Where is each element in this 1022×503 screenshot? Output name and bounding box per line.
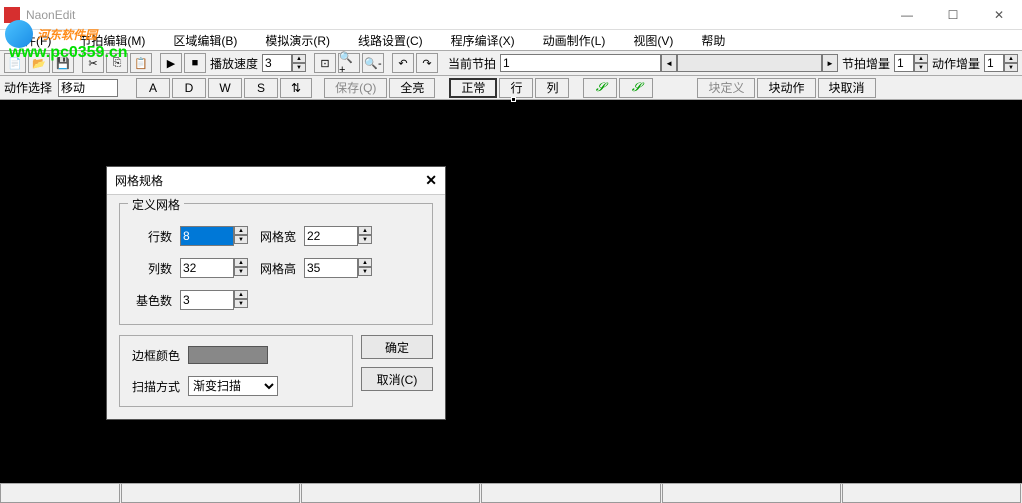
dialog-title: 网格规格 bbox=[115, 172, 163, 189]
scan-mode-select[interactable]: 渐变扫描 bbox=[188, 376, 278, 396]
minimize-button[interactable]: — bbox=[884, 0, 930, 30]
menu-help[interactable]: 帮助 bbox=[701, 32, 725, 49]
redo-icon[interactable]: ↷ bbox=[416, 53, 438, 73]
appearance-fieldset: 边框颜色 扫描方式 渐变扫描 bbox=[119, 335, 353, 407]
btn-d[interactable]: D bbox=[172, 78, 206, 98]
btn-s[interactable]: S bbox=[244, 78, 278, 98]
ok-button[interactable]: 确定 bbox=[361, 335, 433, 359]
status-cell bbox=[0, 484, 120, 503]
zoom-fit-icon[interactable]: ⊡ bbox=[314, 53, 336, 73]
undo-icon[interactable]: ↶ bbox=[392, 53, 414, 73]
fieldset-legend: 定义网格 bbox=[128, 196, 184, 213]
cols-label: 列数 bbox=[132, 260, 172, 277]
menu-compile[interactable]: 程序编译(X) bbox=[451, 32, 515, 49]
cancel-button[interactable]: 取消(C) bbox=[361, 367, 433, 391]
close-button[interactable]: ✕ bbox=[976, 0, 1022, 30]
zoom-out-icon[interactable]: 🔍- bbox=[362, 53, 384, 73]
grid-w-label: 网格宽 bbox=[256, 228, 296, 245]
btn-w[interactable]: W bbox=[208, 78, 242, 98]
play-speed-input[interactable] bbox=[262, 54, 292, 72]
cut-icon[interactable]: ✂ bbox=[82, 53, 104, 73]
play-speed-spinner[interactable]: ▲▼ bbox=[262, 54, 306, 72]
stop-icon[interactable]: ■ bbox=[184, 53, 206, 73]
titlebar: NaonEdit — ☐ ✕ bbox=[0, 0, 1022, 30]
play-speed-label: 播放速度 bbox=[210, 55, 258, 72]
normal-button[interactable]: 正常 bbox=[449, 78, 497, 98]
grid-w-input[interactable] bbox=[304, 226, 358, 246]
grid-h-input[interactable] bbox=[304, 258, 358, 278]
border-color-swatch[interactable] bbox=[188, 346, 268, 364]
all-bright-button[interactable]: 全亮 bbox=[389, 78, 435, 98]
action-inc-input[interactable] bbox=[984, 54, 1004, 72]
grid-spec-dialog: 网格规格 ✕ 定义网格 行数 ▲▼ 网格宽 ▲▼ 列数 ▲▼ 网格高 ▲▼ 基色… bbox=[106, 166, 446, 420]
block-action-button[interactable]: 块动作 bbox=[757, 78, 815, 98]
menu-simulate[interactable]: 模拟演示(R) bbox=[265, 32, 330, 49]
save-file-icon[interactable]: 💾 bbox=[52, 53, 74, 73]
current-beat-label: 当前节拍 bbox=[448, 55, 496, 72]
play-icon[interactable]: ▶ bbox=[160, 53, 182, 73]
toolbar-main: 📄 📂 💾 ✂ ⎘ 📋 ▶ ■ 播放速度 ▲▼ ⊡ 🔍+ 🔍- ↶ ↷ 当前节拍… bbox=[0, 50, 1022, 76]
dialog-close-icon[interactable]: ✕ bbox=[425, 172, 437, 189]
border-color-label: 边框颜色 bbox=[132, 347, 180, 364]
action-select-combo[interactable] bbox=[58, 79, 118, 97]
copy-icon[interactable]: ⎘ bbox=[106, 53, 128, 73]
status-cell bbox=[301, 484, 480, 503]
open-file-icon[interactable]: 📂 bbox=[28, 53, 50, 73]
new-file-icon[interactable]: 📄 bbox=[4, 53, 26, 73]
maximize-button[interactable]: ☐ bbox=[930, 0, 976, 30]
menu-area-edit[interactable]: 区域编辑(B) bbox=[173, 32, 237, 49]
menu-beat-edit[interactable]: 节拍编辑(M) bbox=[79, 32, 145, 49]
app-icon bbox=[4, 7, 20, 23]
col-button[interactable]: 列 bbox=[535, 78, 569, 98]
beat-inc-input[interactable] bbox=[894, 54, 914, 72]
statusbar bbox=[0, 483, 1022, 503]
menu-line-setup[interactable]: 线路设置(C) bbox=[358, 32, 423, 49]
spin-up-icon[interactable]: ▲ bbox=[292, 54, 306, 63]
current-beat-input[interactable] bbox=[500, 54, 661, 72]
zoom-in-icon[interactable]: 🔍+ bbox=[338, 53, 360, 73]
rows-label: 行数 bbox=[132, 228, 172, 245]
scan-mode-label: 扫描方式 bbox=[132, 378, 180, 395]
menu-view[interactable]: 视图(V) bbox=[633, 32, 673, 49]
status-cell bbox=[481, 484, 660, 503]
block-cancel-button[interactable]: 块取消 bbox=[818, 78, 876, 98]
row-button[interactable]: 行 bbox=[499, 78, 533, 98]
grid-h-label: 网格高 bbox=[256, 260, 296, 277]
block-define-button[interactable]: 块定义 bbox=[697, 78, 755, 98]
spin-down-icon[interactable]: ▼ bbox=[292, 63, 306, 72]
status-cell bbox=[121, 484, 300, 503]
beat-scrollbar[interactable] bbox=[677, 54, 822, 72]
beat-inc-label: 节拍增量 bbox=[842, 55, 890, 72]
script-icon-1[interactable]: 𝓢 bbox=[583, 78, 617, 98]
action-inc-spinner[interactable]: ▲▼ bbox=[984, 54, 1018, 72]
define-grid-fieldset: 定义网格 行数 ▲▼ 网格宽 ▲▼ 列数 ▲▼ 网格高 ▲▼ 基色数 ▲▼ bbox=[119, 203, 433, 325]
scroll-left-icon[interactable]: ◄ bbox=[661, 54, 677, 72]
menu-anim[interactable]: 动画制作(L) bbox=[543, 32, 606, 49]
btn-swap-icon[interactable]: ⇅ bbox=[280, 78, 312, 98]
base-colors-label: 基色数 bbox=[132, 292, 172, 309]
scroll-right-icon[interactable]: ► bbox=[822, 54, 838, 72]
cols-input[interactable] bbox=[180, 258, 234, 278]
base-colors-input[interactable] bbox=[180, 290, 234, 310]
beat-inc-spinner[interactable]: ▲▼ bbox=[894, 54, 928, 72]
menubar: 文件(F) 节拍编辑(M) 区域编辑(B) 模拟演示(R) 线路设置(C) 程序… bbox=[0, 30, 1022, 50]
save-button[interactable]: 保存(Q) bbox=[324, 78, 387, 98]
app-title: NaonEdit bbox=[26, 8, 75, 22]
resize-handle[interactable] bbox=[511, 97, 516, 102]
paste-icon[interactable]: 📋 bbox=[130, 53, 152, 73]
action-inc-label: 动作增量 bbox=[932, 55, 980, 72]
status-cell bbox=[842, 484, 1021, 503]
btn-a[interactable]: A bbox=[136, 78, 170, 98]
status-cell bbox=[662, 484, 841, 503]
menu-file[interactable]: 文件(F) bbox=[12, 32, 51, 49]
rows-input[interactable] bbox=[180, 226, 234, 246]
action-select-label: 动作选择 bbox=[4, 79, 52, 96]
script-icon-2[interactable]: 𝓢 bbox=[619, 78, 653, 98]
